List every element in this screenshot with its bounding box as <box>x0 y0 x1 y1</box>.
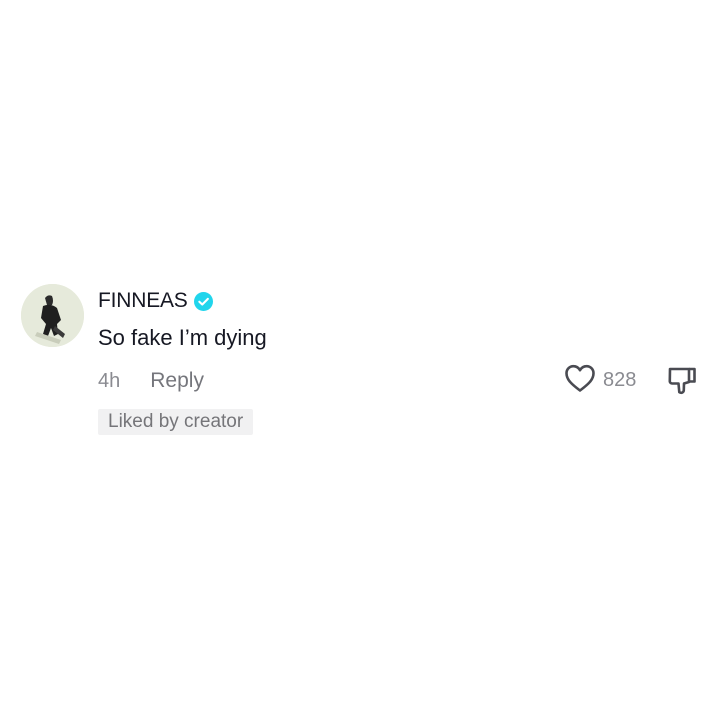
username[interactable]: FINNEAS <box>98 289 188 313</box>
reply-button[interactable]: Reply <box>150 369 204 393</box>
liked-by-creator-badge: Liked by creator <box>98 409 254 435</box>
username-row: FINNEAS <box>98 287 213 315</box>
like-count: 828 <box>603 368 637 391</box>
comment-meta: 4h Reply <box>98 367 204 395</box>
thumbs-down-icon <box>666 367 698 400</box>
verified-badge-icon <box>193 291 213 311</box>
like-button[interactable]: 828 <box>563 364 636 396</box>
avatar[interactable] <box>21 284 84 347</box>
heart-outline-icon <box>563 362 597 399</box>
dislike-button[interactable] <box>666 364 698 396</box>
comments-screen: FINNEAS So fake I’m dying 4h Reply 828 L… <box>0 0 720 720</box>
comment-text: So fake I’m dying <box>98 325 267 350</box>
avatar-image <box>21 284 84 347</box>
comment-time: 4h <box>98 369 121 392</box>
